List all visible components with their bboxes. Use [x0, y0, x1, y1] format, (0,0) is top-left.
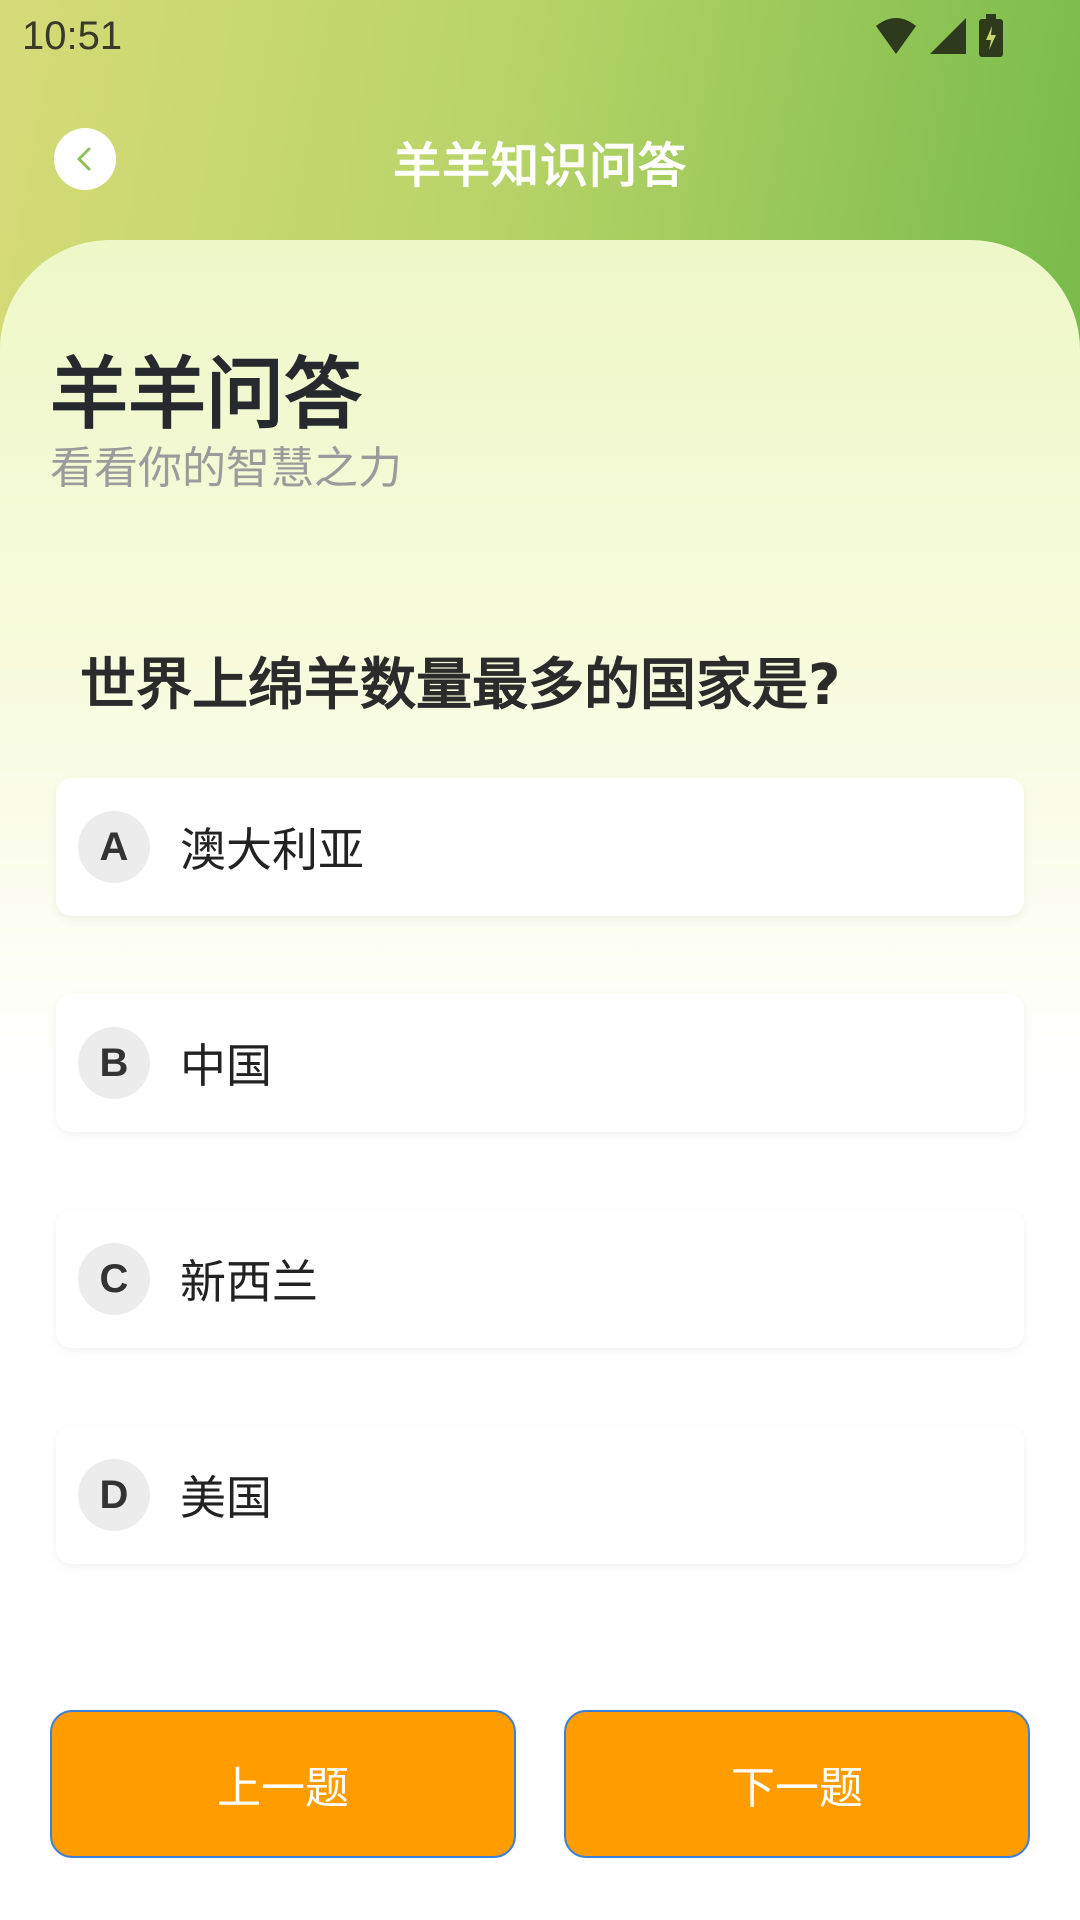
status-time: 10:51: [22, 14, 123, 58]
option-b[interactable]: B 中国: [56, 994, 1024, 1132]
option-a[interactable]: A 澳大利亚: [56, 778, 1024, 916]
content-card: 羊羊问答 看看你的智慧之力 世界上绵羊数量最多的国家是? A 澳大利亚 B 中国…: [0, 240, 1080, 1920]
option-label: 澳大利亚: [180, 823, 364, 877]
status-icons: [874, 14, 1004, 58]
battery-icon: [979, 14, 1003, 57]
option-c[interactable]: C 新西兰: [56, 1210, 1024, 1348]
wifi-icon: [876, 18, 916, 54]
next-question-button[interactable]: 下一题: [564, 1710, 1030, 1858]
page-title: 羊羊知识问答: [392, 138, 687, 194]
nav-bar: 羊羊知识问答: [0, 100, 1080, 210]
quiz-title: 羊羊问答: [50, 350, 363, 440]
cell-signal-icon: [930, 18, 966, 54]
option-label: 美国: [180, 1471, 272, 1525]
option-letter-badge: B: [78, 1027, 150, 1099]
status-bar: 10:51: [0, 0, 1080, 72]
option-d[interactable]: D 美国: [56, 1426, 1024, 1564]
option-letter-badge: A: [78, 811, 150, 883]
option-label: 新西兰: [180, 1255, 318, 1309]
prev-question-button[interactable]: 上一题: [50, 1710, 516, 1858]
option-letter-badge: C: [78, 1243, 150, 1315]
quiz-subtitle: 看看你的智慧之力: [50, 443, 402, 494]
option-letter-badge: D: [78, 1459, 150, 1531]
question-text: 世界上绵羊数量最多的国家是?: [80, 653, 841, 718]
option-label: 中国: [180, 1039, 272, 1093]
